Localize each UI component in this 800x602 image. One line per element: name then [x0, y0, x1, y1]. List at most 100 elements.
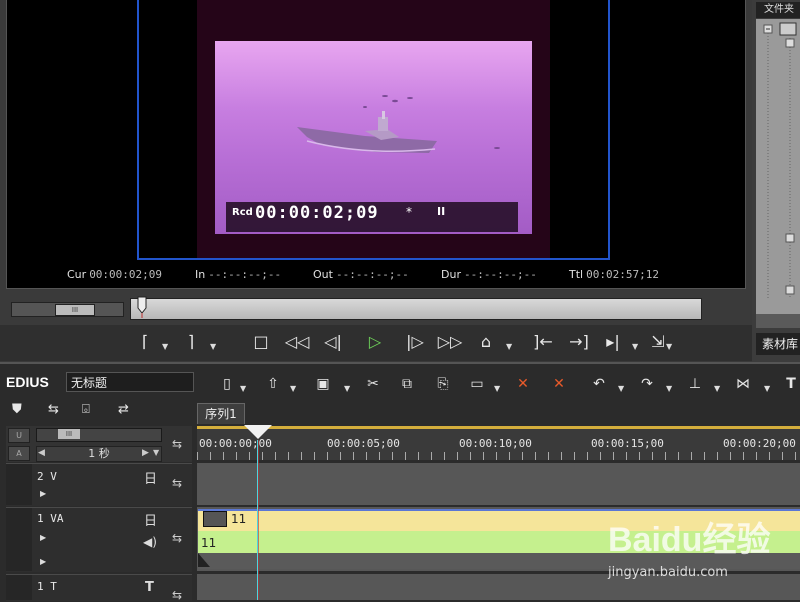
out-label: Out [313, 268, 333, 281]
rewind-icon[interactable]: ◁◁ [284, 331, 310, 353]
track-expand-icon[interactable]: ▶ [40, 557, 46, 566]
ruler-label: 00:00:15;00 [591, 437, 664, 450]
set-in-dropdown-icon[interactable]: ▼ [162, 342, 168, 351]
watermark-logo: Baidu经验 [608, 521, 771, 559]
trim-dropdown-icon[interactable]: ▼ [632, 342, 638, 351]
in-label: In [195, 268, 206, 281]
track-expand-icon[interactable]: ▶ [40, 533, 46, 542]
project-name-field[interactable]: 无标题 [66, 372, 194, 392]
speaker-icon[interactable]: ◀) [143, 535, 157, 549]
track-sync-icon[interactable]: ⇄ [118, 402, 129, 417]
ruler-label: 00:00:20;00 [723, 437, 796, 450]
cur-value: 00:00:02;09 [89, 268, 163, 281]
video-clip-name: 11 [231, 512, 247, 526]
zoom-dropdown-icon[interactable]: ▼ [153, 448, 159, 457]
app-logo: EDIUS [6, 374, 49, 390]
step-forward-icon[interactable]: |▷ [402, 331, 428, 353]
track-display-icon[interactable]: 日 [144, 468, 157, 487]
export-dropdown-icon[interactable]: ▼ [666, 342, 672, 351]
delete-icon[interactable]: ✕ [512, 374, 534, 394]
timeline-zoom-slider[interactable] [36, 428, 162, 442]
track-header-1t[interactable] [6, 574, 192, 601]
track-expand-icon[interactable]: ▶ [40, 489, 46, 498]
set-out-dropdown-icon[interactable]: ▼ [210, 342, 216, 351]
playhead-icon[interactable] [244, 425, 272, 439]
ruler-label: 00:00:10;00 [459, 437, 532, 450]
redo-icon[interactable]: ↷ [636, 374, 658, 394]
bin-scrollbar[interactable] [756, 314, 800, 328]
record-label: Rcd [232, 207, 253, 218]
track-add-icon[interactable]: ⛊ [12, 402, 22, 417]
ruler-range-bar [197, 426, 800, 429]
track-lane-2v[interactable] [197, 463, 800, 505]
track-name: 1 T [37, 580, 57, 593]
track-name: 1 VA [37, 512, 64, 525]
zoom-knob[interactable]: III [58, 429, 80, 439]
side-letter-a[interactable]: A [8, 446, 30, 461]
ruler-sync-icon[interactable]: ⇆ [172, 437, 182, 451]
mixer-dropdown-icon[interactable]: ▼ [714, 384, 720, 393]
dur-label: Dur [441, 268, 461, 281]
ruler-ticks [197, 452, 800, 460]
open-icon[interactable]: ⇧ [262, 374, 284, 394]
save-dropdown-icon[interactable]: ▼ [344, 384, 350, 393]
zoom-left-arrow-icon[interactable]: ◀ [38, 448, 45, 458]
track-display-icon[interactable]: 日 [144, 510, 157, 529]
insert-icon[interactable]: ]← [530, 331, 556, 353]
out-value: --:--:--;-- [335, 268, 409, 281]
zoom-right-arrow-icon[interactable]: ▶ [142, 448, 149, 458]
watermark-url: jingyan.baidu.com [608, 565, 728, 580]
undo-dropdown-icon[interactable]: ▼ [618, 384, 624, 393]
copy-icon[interactable]: ⧉ [396, 374, 418, 394]
replace-dropdown-icon[interactable]: ▼ [494, 384, 500, 393]
track-side [6, 575, 32, 600]
overlay-star: * [406, 205, 412, 219]
transition-icon[interactable]: ⋈ [732, 374, 754, 394]
ruler-label: 00:00:05;00 [327, 437, 400, 450]
track-group-icon[interactable]: ⌻ [82, 402, 90, 417]
side-letter-u[interactable]: U [8, 428, 30, 443]
track-sync-icon[interactable]: ⇆ [172, 531, 182, 545]
title-icon[interactable]: T [780, 374, 800, 394]
transition-dropdown-icon[interactable]: ▼ [764, 384, 770, 393]
cut-icon[interactable]: ✂ [362, 374, 384, 394]
new-dropdown-icon[interactable]: ▼ [240, 384, 246, 393]
shuttle-knob[interactable]: III [55, 304, 95, 316]
overlay-timecode: 00:00:02;09 [255, 203, 379, 223]
save-icon[interactable]: ▣ [312, 374, 334, 394]
loop-icon[interactable]: ⌂ [473, 331, 499, 353]
replace-icon[interactable]: ▭ [466, 374, 488, 394]
step-back-icon[interactable]: ◁| [320, 331, 346, 353]
open-dropdown-icon[interactable]: ▼ [290, 384, 296, 393]
track-side [6, 464, 32, 505]
mixer-icon[interactable]: ⊥ [684, 374, 706, 394]
track-link-icon[interactable]: ⇆ [48, 402, 59, 417]
loop-dropdown-icon[interactable]: ▼ [506, 342, 512, 351]
set-out-icon[interactable]: ⌉ [178, 331, 204, 353]
fast-forward-icon[interactable]: ▷▷ [437, 331, 463, 353]
new-icon[interactable]: ▯ [216, 374, 238, 394]
dur-value: --:--:--;-- [463, 268, 537, 281]
trim-icon[interactable]: ▸| [600, 331, 626, 353]
position-bar[interactable] [130, 298, 702, 320]
tab-sequence[interactable]: 序列1 [197, 403, 245, 424]
clip-thumbnail [203, 511, 227, 527]
overwrite-icon[interactable]: →] [566, 331, 592, 353]
track-sync-icon[interactable]: ⇆ [172, 476, 182, 490]
ripple-delete-icon[interactable]: ✕ [548, 374, 570, 394]
undo-icon[interactable]: ↶ [588, 374, 610, 394]
position-marker-icon[interactable] [137, 296, 147, 318]
stop-icon[interactable]: □ [248, 331, 274, 353]
paste-icon[interactable]: ⎘ [432, 374, 454, 394]
track-header-1va[interactable] [6, 507, 192, 572]
ttl-label: Ttl [569, 268, 584, 281]
title-track-icon: T [145, 580, 154, 595]
out-timecode: Out --:--:--;-- [313, 268, 409, 281]
set-in-icon[interactable]: ⌈ [132, 331, 158, 353]
bin-label[interactable]: 素材库 [756, 333, 800, 355]
cur-timecode: Cur 00:00:02;09 [67, 268, 162, 281]
folder-tree[interactable] [756, 19, 800, 314]
play-icon[interactable]: ▷ [362, 331, 388, 353]
track-header-2v[interactable] [6, 463, 192, 506]
redo-dropdown-icon[interactable]: ▼ [666, 384, 672, 393]
